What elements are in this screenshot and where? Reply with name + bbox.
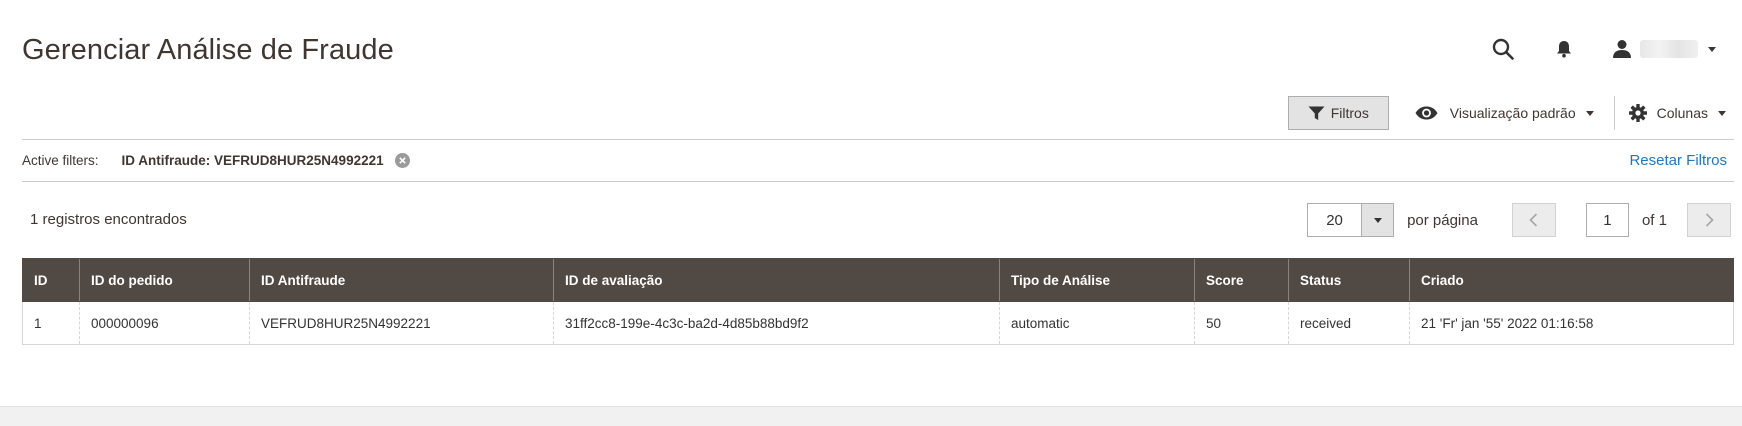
column-header-status[interactable]: Status	[1288, 258, 1410, 302]
column-header-score[interactable]: Score	[1194, 258, 1289, 302]
divider	[22, 139, 1734, 140]
columns-button[interactable]: Colunas	[1628, 104, 1726, 122]
grid-header-row: ID ID do pedido ID Antifraude ID de aval…	[22, 258, 1734, 302]
chevron-down-icon	[1708, 46, 1716, 52]
user-icon	[1613, 40, 1631, 58]
page-title: Gerenciar Análise de Fraude	[22, 34, 394, 66]
column-header-evaluation-id[interactable]: ID de avaliação	[553, 258, 1000, 302]
column-header-analysis-type[interactable]: Tipo de Análise	[999, 258, 1195, 302]
active-filter-item: ID Antifraude: VEFRUD8HUR25N4992221	[121, 152, 410, 168]
column-header-order-id[interactable]: ID do pedido	[79, 258, 250, 302]
bell-icon	[1557, 41, 1571, 58]
filters-button-label: Filtros	[1330, 105, 1369, 121]
grid-toolbar: Filtros Visualização padrão Colunas	[1287, 96, 1726, 130]
column-header-created[interactable]: Criado	[1409, 258, 1734, 302]
toolbar-divider	[1613, 96, 1615, 130]
user-menu[interactable]	[1612, 39, 1716, 59]
chevron-down-icon	[1718, 110, 1726, 116]
filters-button[interactable]: Filtros	[1287, 96, 1389, 130]
search-button[interactable]	[1488, 34, 1518, 64]
notifications-button[interactable]	[1552, 37, 1576, 61]
per-page-value: 20	[1326, 211, 1343, 229]
chevron-down-icon	[1373, 217, 1382, 223]
previous-page-button[interactable]	[1511, 203, 1556, 237]
per-page-label: por página	[1407, 211, 1478, 229]
remove-filter-button[interactable]	[394, 152, 410, 168]
per-page-dropdown-button[interactable]	[1361, 204, 1394, 236]
records-found: 1 registros encontrados	[30, 211, 187, 228]
cell-evaluation-id: 31ff2cc8-199e-4c3c-ba2d-4d85b88bd9f2	[553, 301, 1000, 345]
chevron-left-icon	[1529, 213, 1538, 227]
active-filters-label: Active filters:	[22, 152, 99, 168]
gear-icon	[1628, 104, 1647, 122]
chevron-right-icon	[1705, 213, 1714, 227]
divider	[22, 181, 1734, 182]
cell-analysis-type: automatic	[999, 301, 1195, 345]
footer-bar	[0, 406, 1742, 426]
eye-icon	[1415, 106, 1438, 120]
active-filter-text: ID Antifraude: VEFRUD8HUR25N4992221	[121, 152, 384, 168]
cell-status: received	[1288, 301, 1410, 345]
current-page-input[interactable]: 1	[1585, 203, 1629, 237]
header-actions	[1488, 34, 1716, 64]
cell-id: 1	[22, 301, 80, 345]
cell-antifraud-id: VEFRUD8HUR25N4992221	[249, 301, 554, 345]
column-header-id[interactable]: ID	[22, 258, 80, 302]
table-row[interactable]: 1 000000096 VEFRUD8HUR25N4992221 31ff2cc…	[22, 301, 1734, 345]
close-icon	[398, 156, 406, 164]
view-switcher[interactable]: Visualização padrão	[1415, 96, 1594, 130]
view-switcher-label: Visualização padrão	[1449, 105, 1576, 121]
search-icon	[1492, 38, 1514, 60]
fraud-analysis-grid: ID ID do pedido ID Antifraude ID de aval…	[22, 258, 1734, 345]
pager: 20 por página 1 of 1	[1307, 203, 1731, 237]
cell-score: 50	[1194, 301, 1289, 345]
column-header-antifraud-id[interactable]: ID Antifraude	[249, 258, 554, 302]
funnel-icon	[1308, 106, 1325, 120]
chevron-down-icon	[1585, 110, 1594, 116]
columns-button-label: Colunas	[1656, 105, 1708, 121]
user-name-redacted	[1640, 40, 1698, 58]
reset-filters-link[interactable]: Resetar Filtros	[1629, 152, 1727, 169]
active-filters: Active filters: ID Antifraude: VEFRUD8HU…	[22, 151, 410, 169]
cell-order-id: 000000096	[79, 301, 250, 345]
per-page-select[interactable]: 20	[1307, 203, 1395, 237]
cell-created: 21 'Fr' jan '55' 2022 01:16:58	[1409, 301, 1734, 345]
total-pages: of 1	[1641, 211, 1667, 229]
next-page-button[interactable]	[1687, 203, 1731, 237]
